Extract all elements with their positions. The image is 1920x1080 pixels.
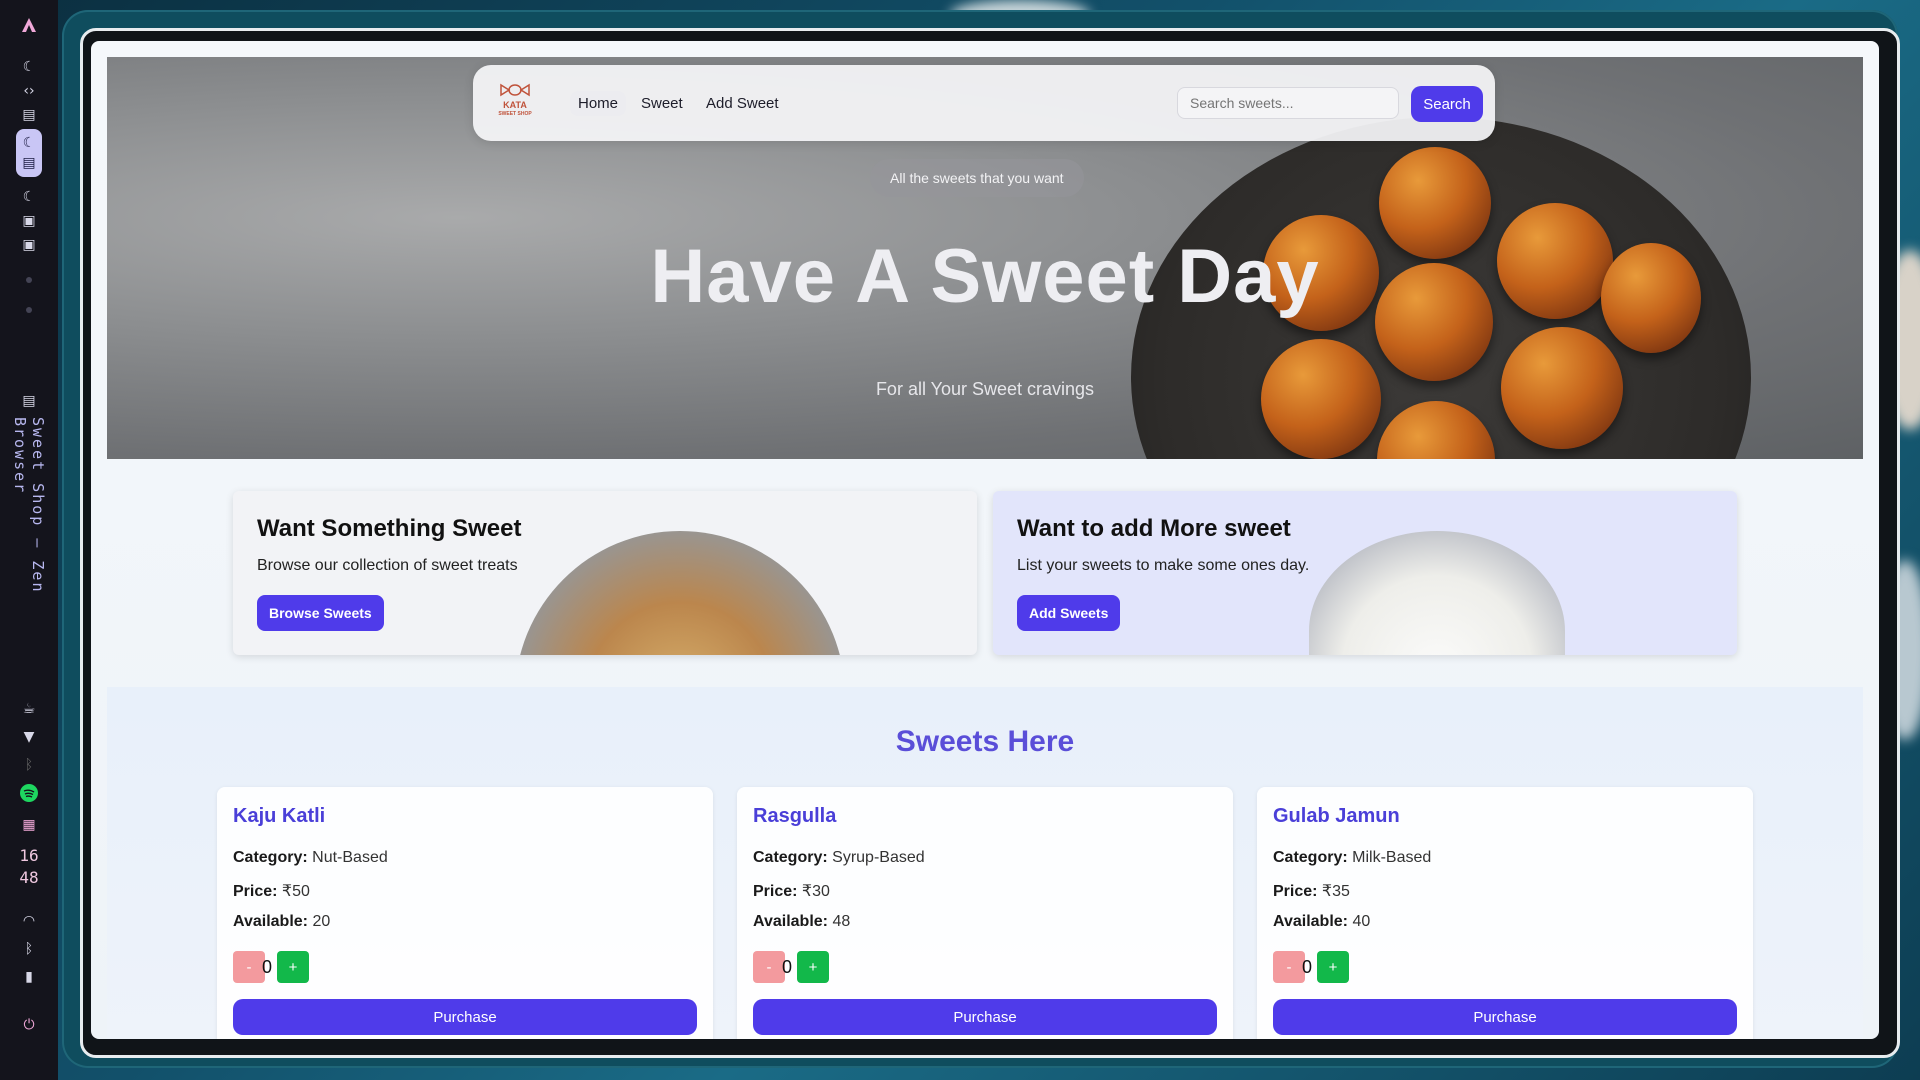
qty-value: 0 bbox=[781, 957, 792, 977]
page-viewport[interactable]: KATA SWEET SHOP Home Sweet Add Sweet Sea… bbox=[91, 41, 1879, 1039]
price-label: Price: bbox=[753, 883, 798, 900]
clock-minute: 48 bbox=[19, 868, 39, 887]
wifi-icon[interactable]: ◠ bbox=[19, 911, 39, 931]
hero-subtitle: For all Your Sweet cravings bbox=[875, 379, 1095, 399]
price-value: ₹50 bbox=[281, 883, 310, 900]
section-title: Sweets Here bbox=[895, 725, 1075, 758]
increase-qty-button[interactable]: + bbox=[277, 951, 309, 983]
nav-sweet[interactable]: Sweet bbox=[633, 91, 691, 116]
purchase-button[interactable]: Purchase bbox=[1273, 999, 1737, 1035]
search-input[interactable] bbox=[1177, 87, 1399, 119]
power-icon[interactable]: ⏻ bbox=[19, 1015, 39, 1035]
category-value: Milk-Based bbox=[1352, 849, 1432, 866]
battery-icon[interactable]: ▮ bbox=[19, 967, 39, 987]
category-value: Syrup-Based bbox=[832, 849, 925, 866]
promo-text: Browse our collection of sweet treats bbox=[257, 557, 518, 574]
sweet-available: Available: 40 bbox=[1273, 913, 1370, 931]
available-value: 40 bbox=[1352, 913, 1371, 930]
promo-title: Want Something Sweet bbox=[257, 515, 522, 542]
workspace-moon-icon[interactable]: ☾ bbox=[19, 57, 39, 77]
bluetooth-off-icon[interactable]: ᛒ bbox=[19, 939, 39, 959]
logo-subtext: SWEET SHOP bbox=[498, 111, 532, 117]
browse-promo-card: Want Something Sweet Browse our collecti… bbox=[233, 491, 977, 655]
window-icon: ▤ bbox=[22, 393, 36, 409]
window-icon[interactable]: ▣ bbox=[19, 235, 39, 255]
available-label: Available: bbox=[753, 913, 828, 930]
nav-add-sweet[interactable]: Add Sweet bbox=[698, 91, 787, 116]
price-value: ₹35 bbox=[1321, 883, 1350, 900]
browse-sweets-button[interactable]: Browse Sweets bbox=[257, 595, 384, 631]
window-icon[interactable]: ▤ bbox=[19, 105, 39, 125]
sweet-name: Gulab Jamun bbox=[1273, 805, 1400, 827]
calendar-icon[interactable]: ▦ bbox=[19, 815, 39, 835]
available-label: Available: bbox=[1273, 913, 1348, 930]
available-label: Available: bbox=[233, 913, 308, 930]
sweet-name: Rasgulla bbox=[753, 805, 837, 827]
logo-text: KATA bbox=[503, 100, 527, 110]
purchase-button[interactable]: Purchase bbox=[233, 999, 697, 1035]
active-workspace[interactable]: ☾ ▤ bbox=[16, 129, 42, 177]
qty-value: 0 bbox=[261, 957, 272, 977]
sweet-name: Kaju Katli bbox=[233, 805, 326, 827]
price-value: ₹30 bbox=[801, 883, 830, 900]
price-label: Price: bbox=[1273, 883, 1318, 900]
empty-workspace-dot[interactable] bbox=[26, 277, 32, 283]
sweet-available: Available: 48 bbox=[753, 913, 850, 931]
available-value: 48 bbox=[832, 913, 851, 930]
empty-workspace-dot[interactable] bbox=[26, 307, 32, 313]
window-icon: ▤ bbox=[22, 155, 36, 171]
workspace-moon-icon[interactable]: ☾ bbox=[19, 187, 39, 207]
sweet-card: Rasgulla Category: Syrup-Based Price: ₹3… bbox=[737, 787, 1233, 1039]
sweet-category: Category: Syrup-Based bbox=[753, 849, 925, 867]
rasgulla-plate-image bbox=[1309, 531, 1565, 655]
hero-title: Have A Sweet Day bbox=[650, 234, 1320, 319]
available-value: 20 bbox=[312, 913, 331, 930]
workspace-moon-icon: ☾ bbox=[22, 135, 36, 151]
sweet-price: Price: ₹50 bbox=[233, 881, 310, 901]
promo-text: List your sweets to make some ones day. bbox=[1017, 557, 1310, 574]
increase-qty-button[interactable]: + bbox=[797, 951, 829, 983]
increase-qty-button[interactable]: + bbox=[1317, 951, 1349, 983]
hero-banner: KATA SWEET SHOP Home Sweet Add Sweet Sea… bbox=[107, 57, 1863, 459]
bluetooth-icon[interactable]: ᛒ bbox=[19, 755, 39, 775]
coffee-icon[interactable]: ☕ bbox=[19, 699, 39, 719]
sweet-category: Category: Nut-Based bbox=[233, 849, 388, 867]
clock[interactable]: 16 48 bbox=[19, 845, 38, 889]
sweet-card: Kaju Katli Category: Nut-Based Price: ₹5… bbox=[217, 787, 713, 1039]
nav-home[interactable]: Home bbox=[570, 91, 627, 116]
sweet-available: Available: 20 bbox=[233, 913, 330, 931]
assorted-sweets-image bbox=[515, 531, 845, 655]
qty-value: 0 bbox=[1301, 957, 1312, 977]
window-icon[interactable]: ▣ bbox=[19, 211, 39, 231]
notification-icon[interactable]: ▼ bbox=[19, 727, 39, 747]
sweet-card: Gulab Jamun Category: Milk-Based Price: … bbox=[1257, 787, 1753, 1039]
shop-logo[interactable]: KATA SWEET SHOP bbox=[495, 83, 535, 123]
add-promo-card: Want to add More sweet List your sweets … bbox=[993, 491, 1737, 655]
spotify-icon[interactable] bbox=[19, 783, 39, 803]
category-label: Category: bbox=[233, 849, 308, 866]
clock-hour: 16 bbox=[19, 846, 39, 865]
sweets-section: Sweets Here Kaju Katli Category: Nut-Bas… bbox=[107, 687, 1863, 1039]
category-value: Nut-Based bbox=[312, 849, 388, 866]
candy-icon bbox=[500, 83, 530, 97]
launcher-icon[interactable] bbox=[19, 15, 39, 35]
category-label: Category: bbox=[753, 849, 828, 866]
navbar: KATA SWEET SHOP Home Sweet Add Sweet Sea… bbox=[473, 65, 1495, 141]
promo-title: Want to add More sweet bbox=[1017, 515, 1291, 542]
add-sweets-button[interactable]: Add Sweets bbox=[1017, 595, 1121, 631]
sweet-category: Category: Milk-Based bbox=[1273, 849, 1431, 867]
active-window-title: Sweet Shop — Zen Browser bbox=[11, 417, 47, 594]
price-label: Price: bbox=[233, 883, 278, 900]
hero-tagline: All the sweets that you want bbox=[870, 159, 1084, 197]
code-icon[interactable]: ‹› bbox=[19, 81, 39, 101]
system-sidebar: ☾ ‹› ▤ ☾ ▤ ☾ ▣ ▣ ▤ Sweet Shop — Zen Brow… bbox=[0, 0, 58, 1080]
category-label: Category: bbox=[1273, 849, 1348, 866]
purchase-button[interactable]: Purchase bbox=[753, 999, 1217, 1035]
sweet-price: Price: ₹30 bbox=[753, 881, 830, 901]
search-button[interactable]: Search bbox=[1411, 86, 1483, 122]
sweet-price: Price: ₹35 bbox=[1273, 881, 1350, 901]
